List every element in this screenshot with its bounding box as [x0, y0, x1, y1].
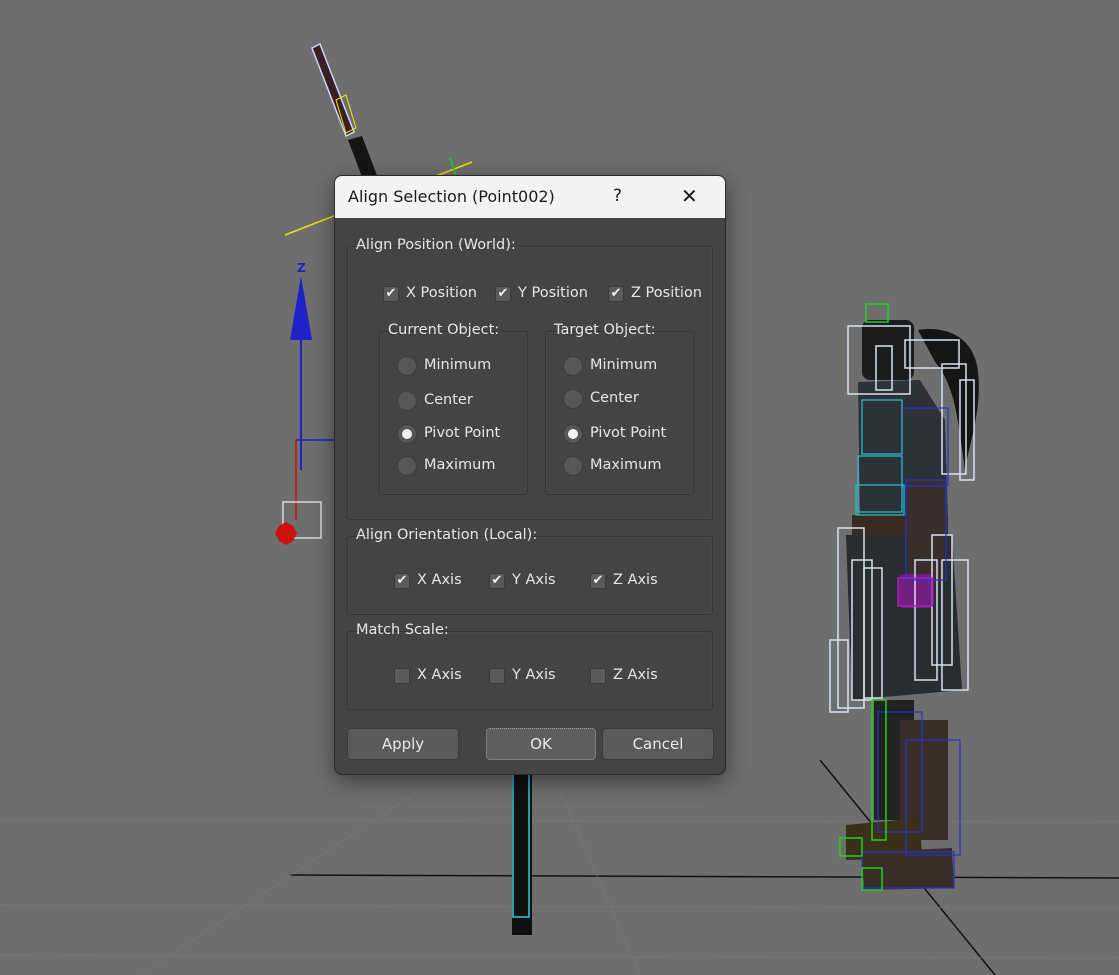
orientation-z-axis-label: Z Axis	[613, 572, 658, 588]
ok-button[interactable]: OK	[486, 728, 596, 760]
scale-x-axis-label: X Axis	[417, 667, 462, 683]
cancel-button[interactable]: Cancel	[602, 728, 714, 760]
y-position-label: Y Position	[518, 285, 588, 301]
align-orientation-label: Align Orientation (Local):	[356, 527, 538, 543]
z-position-label: Z Position	[631, 285, 702, 301]
current-minimum-label: Minimum	[424, 357, 492, 373]
target-pivot-point-radio[interactable]	[563, 424, 583, 444]
orientation-x-axis-checkbox[interactable]: ✔	[394, 573, 410, 589]
target-maximum-label: Maximum	[590, 457, 662, 473]
target-minimum-radio[interactable]	[563, 356, 583, 376]
target-maximum-radio[interactable]	[563, 456, 583, 476]
current-center-label: Center	[424, 392, 473, 408]
target-object-label: Target Object:	[554, 322, 656, 338]
match-scale-label: Match Scale:	[356, 622, 449, 638]
orientation-z-axis-checkbox[interactable]: ✔	[590, 573, 606, 589]
current-maximum-label: Maximum	[424, 457, 496, 473]
close-icon[interactable]: ✕	[681, 184, 698, 208]
align-position-label: Align Position (World):	[356, 237, 516, 253]
gizmo-z-label: Z	[297, 261, 306, 275]
scale-x-axis-checkbox[interactable]	[394, 668, 410, 684]
scale-y-axis-label: Y Axis	[512, 667, 556, 683]
target-pivot-point-label: Pivot Point	[590, 425, 667, 441]
helper-green-tick	[449, 157, 457, 177]
z-position-checkbox[interactable]: ✔	[608, 286, 624, 302]
x-position-checkbox[interactable]: ✔	[383, 286, 399, 302]
target-center-label: Center	[590, 390, 639, 406]
current-minimum-radio[interactable]	[397, 356, 417, 376]
orientation-y-axis-checkbox[interactable]: ✔	[489, 573, 505, 589]
y-position-checkbox[interactable]: ✔	[495, 286, 511, 302]
current-center-radio[interactable]	[397, 391, 417, 411]
dialog-titlebar[interactable]: Align Selection (Point002) ? ✕	[335, 176, 725, 218]
current-maximum-radio[interactable]	[397, 456, 417, 476]
x-position-label: X Position	[406, 285, 477, 301]
scale-y-axis-checkbox[interactable]	[489, 668, 505, 684]
orientation-y-axis-label: Y Axis	[512, 572, 556, 588]
orientation-x-axis-label: X Axis	[417, 572, 462, 588]
target-minimum-label: Minimum	[590, 357, 658, 373]
scale-z-axis-label: Z Axis	[613, 667, 658, 683]
scale-z-axis-checkbox[interactable]	[590, 668, 606, 684]
pivot-gizmo[interactable]: Z	[275, 261, 336, 545]
current-pivot-point-label: Pivot Point	[424, 425, 501, 441]
current-object-label: Current Object:	[388, 322, 500, 338]
dialog-title: Align Selection (Point002)	[348, 187, 555, 206]
help-icon[interactable]: ?	[613, 186, 622, 206]
target-center-radio[interactable]	[563, 389, 583, 409]
character-model[interactable]	[829, 303, 979, 891]
current-pivot-point-radio[interactable]	[397, 424, 417, 444]
align-selection-dialog: Align Selection (Point002) ? ✕ Align Pos…	[334, 175, 726, 775]
apply-button[interactable]: Apply	[347, 728, 459, 760]
